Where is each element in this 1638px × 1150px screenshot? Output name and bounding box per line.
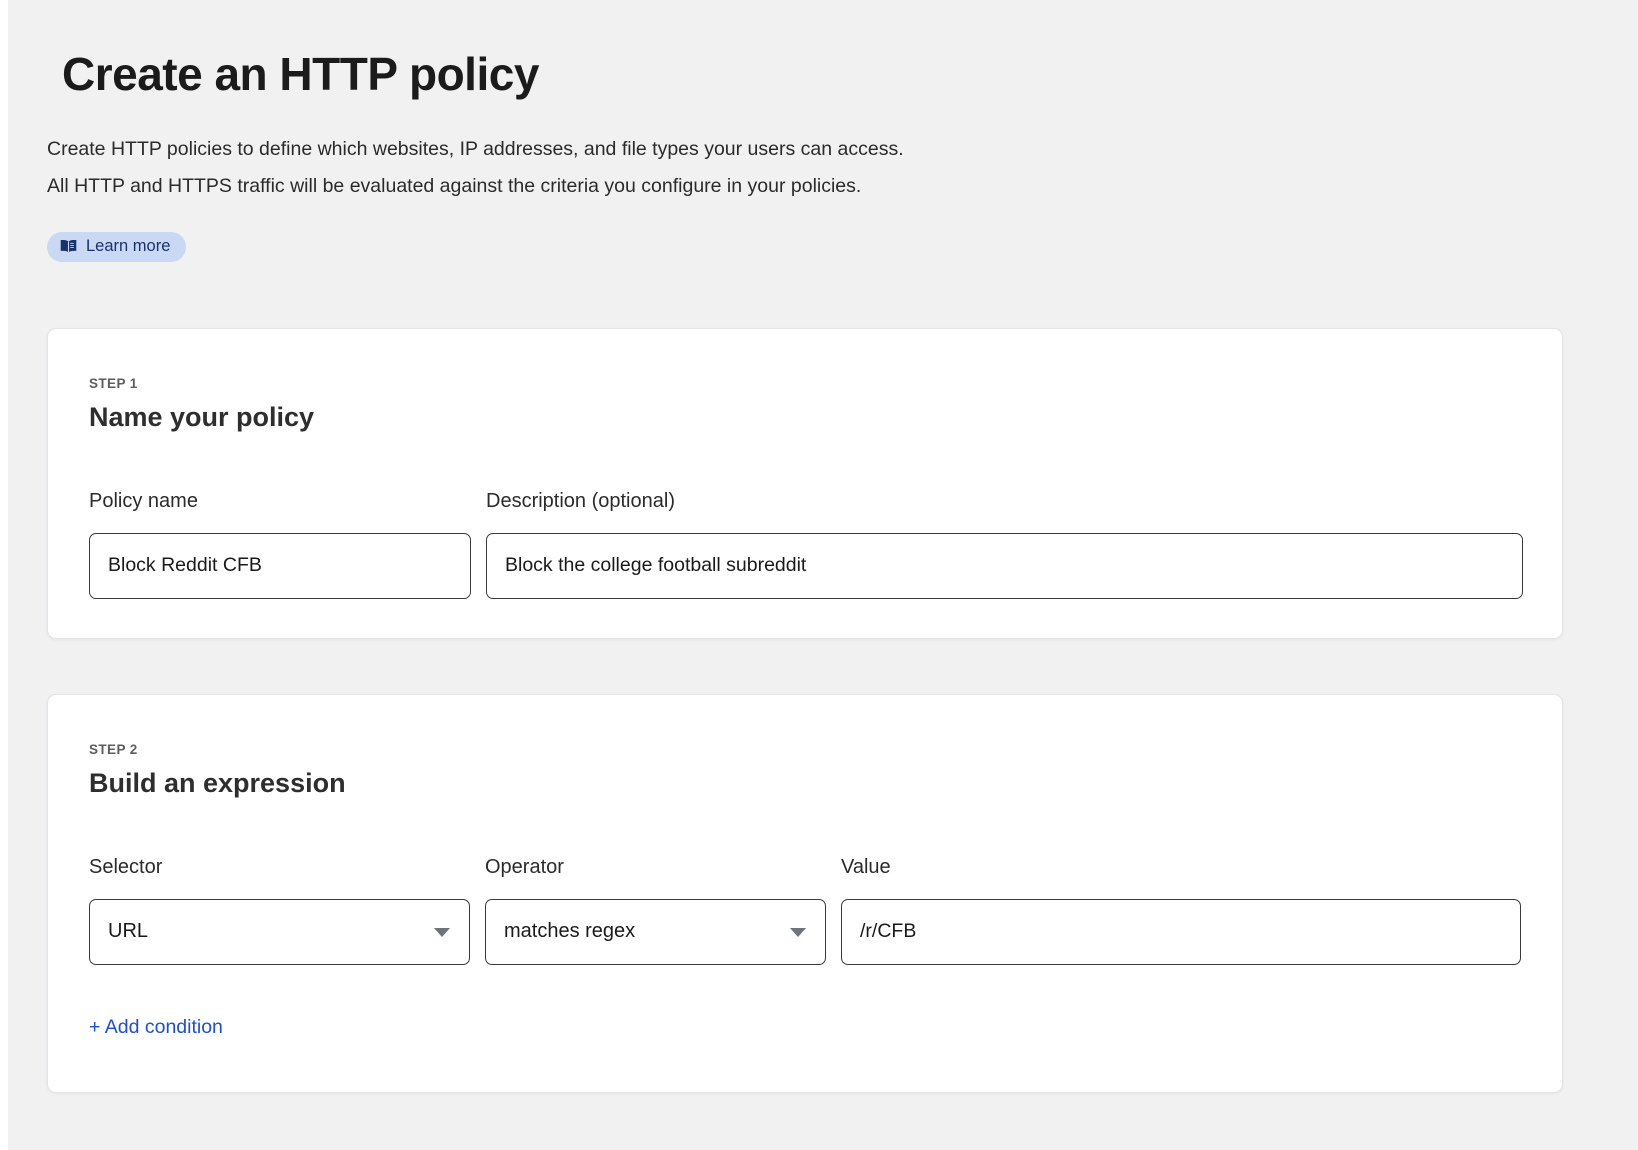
selector-dropdown[interactable]: URL bbox=[89, 899, 470, 965]
step1-label: STEP 1 bbox=[89, 376, 1522, 391]
page-description-line2: All HTTP and HTTPS traffic will be evalu… bbox=[47, 168, 1563, 205]
learn-more-button[interactable]: Learn more bbox=[47, 232, 186, 262]
chevron-down-icon bbox=[790, 928, 806, 937]
policy-name-label: Policy name bbox=[89, 490, 471, 513]
value-label: Value bbox=[841, 856, 1521, 879]
step1-heading: Name your policy bbox=[89, 402, 1522, 433]
description-label: Description (optional) bbox=[486, 490, 1523, 513]
policy-name-field-group: Policy name bbox=[89, 490, 471, 599]
operator-field-group: Operator matches regex bbox=[485, 856, 826, 965]
selector-field-group: Selector URL bbox=[89, 856, 470, 965]
page-description-line1: Create HTTP policies to define which web… bbox=[47, 131, 1563, 168]
description-input[interactable] bbox=[486, 533, 1523, 599]
learn-more-label: Learn more bbox=[86, 237, 170, 256]
operator-dropdown[interactable]: matches regex bbox=[485, 899, 826, 965]
open-book-icon bbox=[60, 239, 77, 254]
main-content: Create an HTTP policy Create HTTP polici… bbox=[47, 0, 1563, 1093]
operator-dropdown-value: matches regex bbox=[504, 920, 635, 943]
page-description: Create HTTP policies to define which web… bbox=[47, 131, 1563, 205]
selector-dropdown-value: URL bbox=[108, 920, 148, 943]
step1-card: STEP 1 Name your policy Policy name Desc… bbox=[47, 328, 1563, 639]
chevron-down-icon bbox=[434, 928, 450, 937]
add-condition-link[interactable]: + Add condition bbox=[89, 1016, 223, 1039]
page-title: Create an HTTP policy bbox=[62, 48, 1563, 101]
step2-label: STEP 2 bbox=[89, 742, 1522, 757]
step2-heading: Build an expression bbox=[89, 768, 1522, 799]
value-input[interactable] bbox=[841, 899, 1521, 965]
description-field-group: Description (optional) bbox=[486, 490, 1523, 599]
left-white-strip bbox=[0, 0, 8, 1150]
selector-label: Selector bbox=[89, 856, 470, 879]
policy-name-input[interactable] bbox=[89, 533, 471, 599]
operator-label: Operator bbox=[485, 856, 826, 879]
step2-card: STEP 2 Build an expression Selector URL … bbox=[47, 694, 1563, 1093]
value-field-group: Value bbox=[841, 856, 1521, 965]
